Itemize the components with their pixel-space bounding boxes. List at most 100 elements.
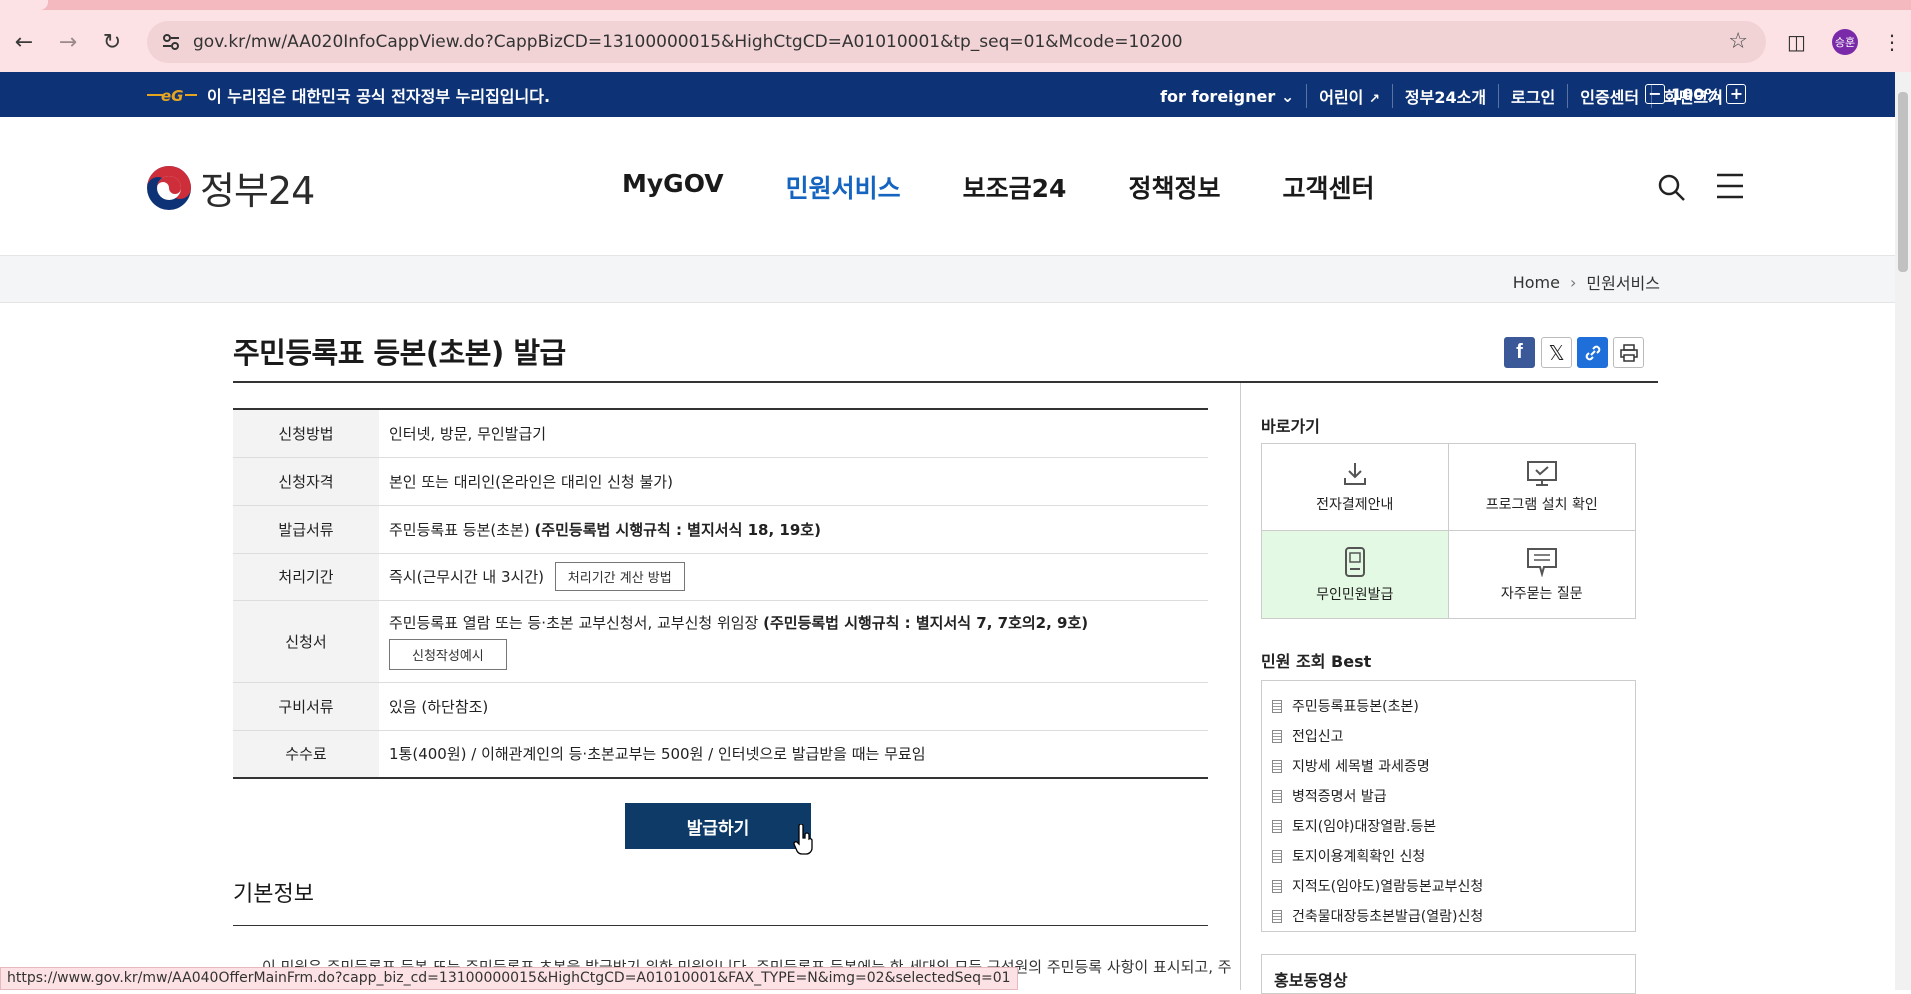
nav-policy-info[interactable]: 정책정보 — [1128, 169, 1220, 205]
issue-button[interactable]: 발급하기 — [625, 803, 811, 849]
forward-icon[interactable]: → — [52, 26, 84, 58]
link-copy-icon[interactable] — [1577, 337, 1608, 368]
list-item[interactable]: 지적도(임야도)열람등본교부신청 — [1272, 871, 1635, 901]
main-nav: MyGOV 민원서비스 보조금24 정책정보 고객센터 — [622, 169, 1374, 205]
address-bar[interactable]: gov.kr/mw/AA020InfoCappView.do?CappBizCD… — [147, 21, 1766, 63]
document-icon — [1272, 879, 1282, 893]
site-logo[interactable]: 정부24 — [146, 160, 315, 215]
side-panel-icon[interactable]: ◫ — [1787, 30, 1806, 54]
zoom-in-button[interactable]: + — [1726, 84, 1747, 104]
link-status-bar: https://www.gov.kr/mw/AA040OfferMainFrm.… — [0, 967, 1018, 990]
search-icon[interactable] — [1656, 172, 1686, 202]
breadcrumb-home[interactable]: Home — [1513, 273, 1560, 292]
row-value: 주민등록표 열람 또는 등·초본 교부신청서, 교부신청 위임장 — [389, 614, 764, 632]
row-value-legal-basis: (주민등록법 시행규칙 : 별지서식 18, 19호) — [534, 520, 821, 539]
chat-icon — [1526, 547, 1557, 577]
login-link[interactable]: 로그인 — [1498, 84, 1567, 108]
site-header: 정부24 MyGOV 민원서비스 보조금24 정책정보 고객센터 — [0, 117, 1895, 255]
row-label: 구비서류 — [233, 682, 379, 731]
promo-video-box: 홍보동영상 — [1261, 954, 1636, 994]
x-share-icon[interactable]: 𝕏 — [1541, 337, 1572, 368]
best-services-heading: 민원 조회 Best — [1261, 652, 1372, 671]
site-settings-icon[interactable] — [159, 30, 183, 54]
official-notice-text: 이 누리집은 대한민국 공식 전자정부 누리집입니다. — [207, 87, 551, 106]
service-info-table: 신청방법 인터넷, 방문, 무인발급기 신청자격 본인 또는 대리인(온라인은 … — [233, 408, 1208, 779]
quick-link-label: 무인민원발급 — [1316, 586, 1394, 603]
best-services-list: 주민등록표등본(초본) 전입신고 지방세 세목별 과세증명 병적증명서 발급 토… — [1261, 680, 1636, 932]
quick-link-kiosk[interactable]: 무인민원발급 — [1262, 531, 1449, 618]
url-text[interactable]: gov.kr/mw/AA020InfoCappView.do?CappBizCD… — [193, 32, 1183, 52]
bookmark-star-icon[interactable]: ☆ — [1728, 29, 1748, 54]
list-item[interactable]: 지방세 세목별 과세증명 — [1272, 751, 1635, 781]
chevron-right-icon: › — [1569, 272, 1577, 292]
for-foreigner-link[interactable]: for foreigner ⌄ — [1148, 87, 1306, 106]
row-value-cell: 주민등록표 등본(초본) (주민등록법 시행규칙 : 별지서식 18, 19호) — [379, 505, 1208, 554]
table-row: 구비서류 있음 (하단참조) — [233, 682, 1208, 731]
logo-text: 정부24 — [200, 169, 315, 213]
svg-text:eG: eG — [161, 87, 184, 105]
row-value: 본인 또는 대리인(온라인은 대리인 신청 불가) — [379, 457, 1208, 506]
quick-link-label: 전자결제안내 — [1316, 497, 1394, 513]
quick-link-label: 자주묻는 질문 — [1500, 585, 1583, 602]
list-item[interactable]: 토지(임야)대장열람.등본 — [1272, 811, 1635, 841]
print-icon[interactable] — [1613, 337, 1644, 368]
scrollbar-thumb[interactable] — [1898, 92, 1908, 272]
row-label: 발급서류 — [233, 505, 379, 554]
zoom-level: 100% — [1671, 84, 1721, 104]
vertical-scrollbar[interactable] — [1895, 72, 1911, 990]
application-example-button[interactable]: 신청작성예시 — [389, 639, 507, 670]
list-item[interactable]: 병적증명서 발급 — [1272, 781, 1635, 811]
nav-mygov[interactable]: MyGOV — [622, 169, 724, 205]
table-row: 신청방법 인터넷, 방문, 무인발급기 — [233, 409, 1208, 458]
quick-link-faq[interactable]: 자주묻는 질문 — [1449, 531, 1636, 618]
quick-link-label: 프로그램 설치 확인 — [1485, 497, 1598, 513]
table-row: 발급서류 주민등록표 등본(초본) (주민등록법 시행규칙 : 별지서식 18,… — [233, 505, 1208, 554]
quick-link-payment-guide[interactable]: 전자결제안내 — [1262, 444, 1449, 531]
certificate-center-link[interactable]: 인증센터 — [1567, 84, 1651, 108]
quick-link-program-check[interactable]: 프로그램 설치 확인 — [1448, 444, 1635, 531]
breadcrumb: Home › 민원서비스 — [1513, 270, 1660, 294]
row-label: 신청방법 — [233, 409, 379, 458]
official-notice: eG 이 누리집은 대한민국 공식 전자정부 누리집입니다. — [145, 83, 550, 107]
sidebar-divider — [1240, 383, 1241, 990]
zoom-out-button[interactable]: − — [1645, 84, 1665, 104]
external-link-icon: ↗ — [1368, 92, 1380, 107]
taegeuk-logo-icon — [147, 165, 191, 210]
table-row: 처리기간 즉시(근무시간 내 3시간) 처리기간 계산 방법 — [233, 553, 1208, 601]
document-icon — [1272, 699, 1282, 713]
hand-cursor-icon — [793, 824, 813, 855]
promo-video-heading: 홍보동영상 — [1274, 971, 1348, 990]
monitor-check-icon — [1526, 461, 1557, 486]
reload-icon[interactable]: ↻ — [96, 26, 128, 58]
row-value-cell: 주민등록표 열람 또는 등·초본 교부신청서, 교부신청 위임장 (주민등록법 … — [379, 600, 1208, 683]
download-icon — [1343, 463, 1366, 485]
browser-menu-icon[interactable]: ⋮ — [1882, 30, 1902, 54]
active-tab[interactable] — [0, 0, 48, 10]
list-item[interactable]: 토지이용계획확인 신청 — [1272, 841, 1635, 871]
nav-customer-center[interactable]: 고객센터 — [1282, 169, 1374, 205]
section-divider — [233, 925, 1208, 926]
back-icon[interactable]: ← — [8, 26, 40, 58]
nav-civil-services[interactable]: 민원서비스 — [786, 169, 901, 205]
hamburger-menu-icon[interactable] — [1716, 173, 1744, 199]
list-item[interactable]: 주민등록표등본(초본) — [1272, 691, 1635, 721]
nav-subsidy24[interactable]: 보조금24 — [963, 169, 1067, 205]
title-divider — [233, 381, 1658, 383]
profile-avatar[interactable]: 승훈 — [1832, 29, 1858, 55]
tab-strip — [0, 0, 1911, 10]
table-row: 신청서 주민등록표 열람 또는 등·초본 교부신청서, 교부신청 위임장 (주민… — [233, 600, 1208, 683]
table-row: 수수료 1통(400원) / 이해관계인의 등·초본교부는 500원 / 인터넷… — [233, 730, 1208, 778]
document-icon — [1272, 789, 1282, 803]
processing-time-calc-button[interactable]: 처리기간 계산 방법 — [554, 562, 685, 591]
chevron-down-icon: ⌄ — [1280, 86, 1295, 106]
quick-links-heading: 바로가기 — [1261, 417, 1320, 436]
document-icon — [1272, 729, 1282, 743]
row-value: 1통(400원) / 이해관계인의 등·초본교부는 500원 / 인터넷으로 발… — [389, 745, 926, 764]
facebook-share-icon[interactable]: f — [1504, 337, 1535, 368]
breadcrumb-current[interactable]: 민원서비스 — [1586, 270, 1660, 294]
kids-link[interactable]: 어린이 ↗ — [1306, 84, 1392, 108]
quick-links: 전자결제안내 프로그램 설치 확인 무인민원발급 자주묻는 질문 — [1261, 443, 1636, 619]
list-item[interactable]: 전입신고 — [1272, 721, 1635, 751]
list-item[interactable]: 건축물대장등초본발급(열람)신청 — [1272, 901, 1635, 931]
about-link[interactable]: 정부24소개 — [1391, 84, 1498, 108]
